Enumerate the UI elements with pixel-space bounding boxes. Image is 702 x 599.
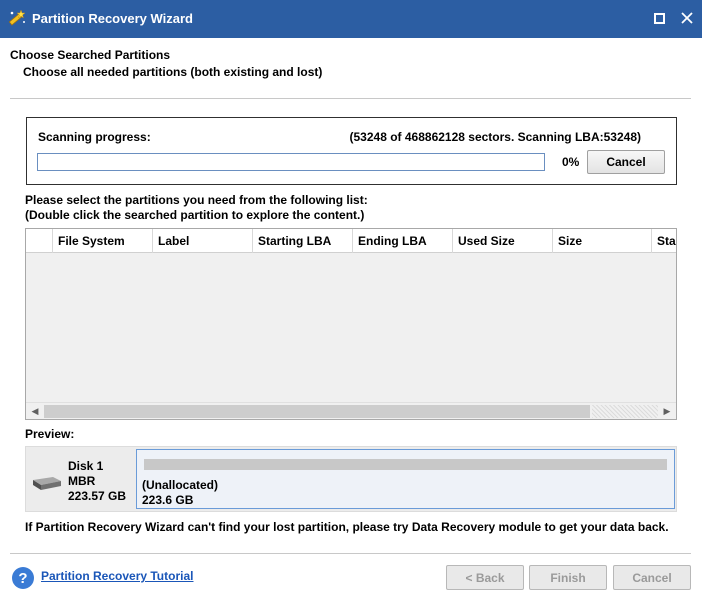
table-header: File System Label Starting LBA Ending LB…: [26, 229, 676, 253]
tutorial-link[interactable]: Partition Recovery Tutorial: [41, 569, 193, 583]
partition-table[interactable]: File System Label Starting LBA Ending LB…: [25, 228, 677, 420]
scrollbar-thumb[interactable]: [44, 405, 590, 418]
scan-progress-percent: 0%: [562, 155, 580, 169]
close-icon: [681, 12, 693, 24]
partition-usage-bar: [144, 459, 667, 470]
disk-name: Disk 1: [68, 459, 104, 473]
disk-partition-style: MBR: [68, 474, 96, 488]
scan-progress-panel: Scanning progress: (53248 of 468862128 s…: [26, 117, 677, 185]
column-header-used-size[interactable]: Used Size: [453, 229, 553, 253]
instruction-line-1: Please select the partitions you need fr…: [25, 193, 368, 207]
scan-status-text: (53248 of 468862128 sectors. Scanning LB…: [349, 130, 641, 144]
partition-size: 223.6 GB: [142, 493, 194, 507]
column-header-select[interactable]: [26, 229, 53, 253]
column-header-file-system[interactable]: File System: [53, 229, 153, 253]
partition-name: (Unallocated): [142, 478, 219, 492]
help-icon[interactable]: ?: [12, 567, 34, 589]
data-recovery-hint: If Partition Recovery Wizard can't find …: [25, 520, 669, 534]
column-header-size[interactable]: Size: [553, 229, 652, 253]
column-header-label[interactable]: Label: [153, 229, 253, 253]
finish-button[interactable]: Finish: [529, 565, 607, 590]
horizontal-scrollbar[interactable]: ◀ ▶: [26, 402, 676, 419]
footer-divider: [10, 553, 691, 554]
scan-cancel-button[interactable]: Cancel: [587, 150, 665, 174]
disk-size: 223.57 GB: [68, 489, 127, 503]
maximize-button[interactable]: [648, 6, 670, 30]
column-header-ending-lba[interactable]: Ending LBA: [353, 229, 453, 253]
page-heading: Choose Searched Partitions: [10, 48, 171, 62]
scroll-left-arrow-icon[interactable]: ◀: [28, 403, 42, 419]
page-subheading: Choose all needed partitions (both exist…: [23, 65, 323, 79]
scrollbar-track[interactable]: [592, 405, 658, 418]
partition-block-unallocated[interactable]: (Unallocated) 223.6 GB: [136, 449, 675, 509]
close-button[interactable]: [676, 6, 698, 30]
hard-disk-icon: [31, 475, 63, 491]
title-bar: Partition Recovery Wizard: [0, 0, 702, 38]
back-button[interactable]: < Back: [446, 565, 524, 590]
cancel-button[interactable]: Cancel: [613, 565, 691, 590]
disk-preview: Disk 1 MBR 223.57 GB (Unallocated) 223.6…: [25, 446, 677, 512]
scan-progress-label: Scanning progress:: [38, 130, 151, 144]
preview-label: Preview:: [25, 427, 75, 441]
maximize-icon: [653, 12, 665, 24]
scroll-right-arrow-icon[interactable]: ▶: [660, 403, 674, 419]
column-header-status[interactable]: Sta: [652, 229, 676, 253]
header-divider: [10, 98, 691, 99]
column-header-starting-lba[interactable]: Starting LBA: [253, 229, 353, 253]
scan-progress-bar: [37, 153, 545, 171]
window-title: Partition Recovery Wizard: [32, 11, 193, 26]
app-wand-icon: [8, 9, 26, 27]
instruction-line-2: (Double click the searched partition to …: [25, 208, 365, 222]
